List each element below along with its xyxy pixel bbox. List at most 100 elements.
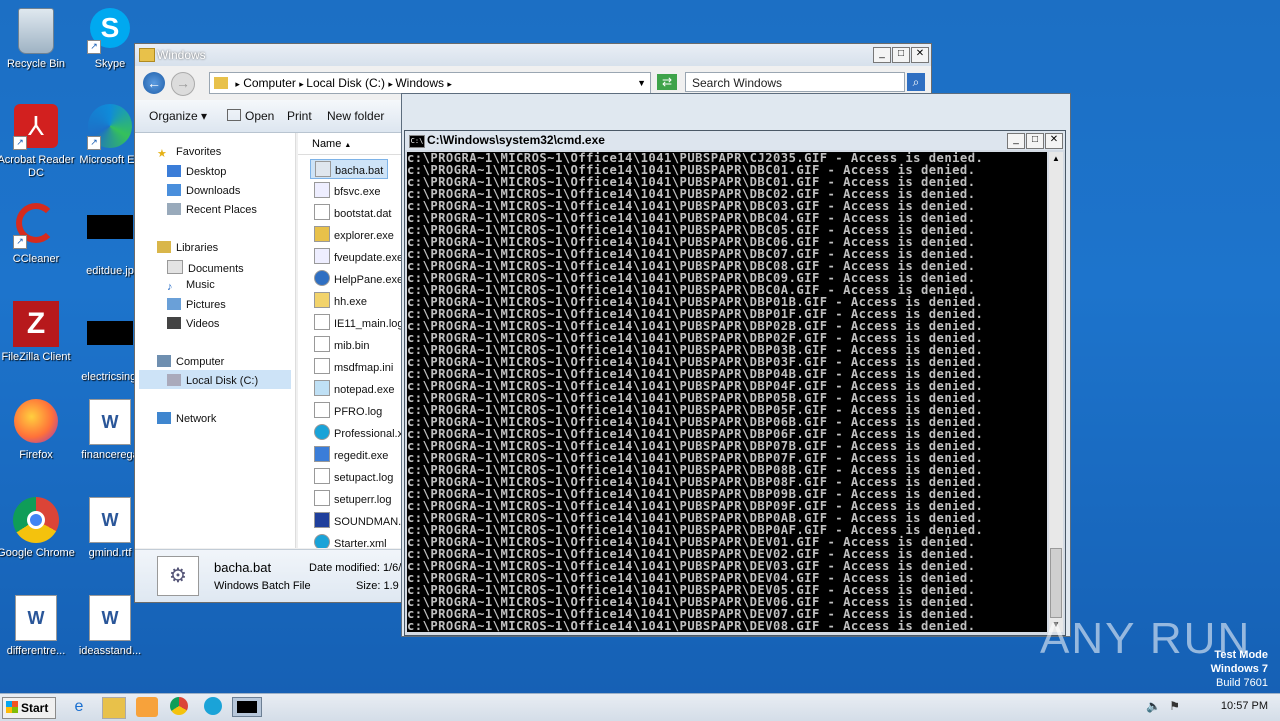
chrome-taskbar-icon[interactable] [170,697,188,715]
file-item[interactable]: bootstat.dat [314,204,392,220]
media-player-taskbar-icon[interactable] [136,697,158,717]
file-item[interactable]: mib.bin [314,336,369,352]
address-bar[interactable]: ▸ Computer ▸ Local Disk (C:) ▸ Windows ▸… [209,72,651,94]
file-item[interactable]: setupact.log [314,468,393,484]
close-button[interactable]: ✕ [911,47,929,63]
file-item[interactable]: PFRO.log [314,402,382,418]
desktop-icon-ccleaner[interactable]: ↗ CCleaner [0,203,76,266]
nav-videos[interactable]: Videos [167,317,219,330]
nav-documents[interactable]: Documents [167,260,244,275]
selected-file-name: bacha.bat [214,560,272,575]
nav-recent-places[interactable]: Recent Places [167,203,257,216]
nav-computer[interactable]: Computer [157,355,224,368]
file-item[interactable]: bfsvc.exe [314,182,380,198]
libraries-icon [157,241,171,253]
explorer-titlebar[interactable]: Windows _ □ ✕ [135,44,931,66]
text-file-icon [314,468,330,484]
breadcrumb-computer[interactable]: Computer [243,76,296,90]
new-folder-button[interactable]: New folder [327,109,384,123]
windows-logo-icon [6,701,18,713]
breadcrumb-windows[interactable]: Windows [395,76,444,90]
minimize-button[interactable]: _ [873,47,891,63]
help-file-icon [314,292,330,308]
file-item[interactable]: fveupdate.exe [314,248,403,264]
desktop-icon-firefox[interactable]: Firefox [0,399,76,462]
nav-desktop[interactable]: Desktop [167,165,226,178]
folder-icon [139,48,155,62]
address-dropdown-icon[interactable]: ▼ [637,73,646,93]
file-item[interactable]: hh.exe [314,292,367,308]
nav-downloads[interactable]: Downloads [167,184,240,197]
documents-icon [167,260,183,274]
start-button[interactable]: Start [2,697,56,719]
recent-places-icon [167,203,181,215]
desktop-icon [167,165,181,177]
ie-taskbar-icon[interactable]: e [68,697,90,717]
forward-button[interactable]: → [171,72,195,96]
nav-music[interactable]: ♪ Music [167,279,215,293]
nav-network[interactable]: Network [157,412,216,425]
cmd-minimize-button[interactable]: _ [1007,133,1025,149]
exe-file-icon [314,182,330,198]
file-item[interactable]: msdfmap.ini [314,358,393,374]
desktop-icon-acrobat[interactable]: ⅄ ↗ Acrobat Reader DC [0,104,76,180]
cmd-titlebar[interactable]: C:\ C:\Windows\system32\cmd.exe _ □ ✕ [405,131,1065,150]
file-item[interactable]: bacha.bat [310,159,389,179]
drive-icon [167,374,181,386]
text-file-icon [314,402,330,418]
tray-icons[interactable]: 🔈⚑ [1146,699,1188,713]
file-item[interactable]: explorer.exe [314,226,394,242]
cmd-taskbar-icon[interactable] [232,697,262,717]
nav-favorites[interactable]: ★ Favorites [157,146,221,160]
file-item[interactable]: notepad.exe [314,380,395,396]
taskbar-clock[interactable]: 10:57 PM [1221,700,1268,712]
explorer-taskbar-icon[interactable] [102,697,126,719]
nav-libraries[interactable]: Libraries [157,241,218,254]
search-icon[interactable]: ⌕ [907,73,925,91]
cmd-window[interactable]: C:\ C:\Windows\system32\cmd.exe _ □ ✕ c:… [404,130,1066,636]
desktop-icon-chrome[interactable]: Google Chrome [0,497,76,560]
open-icon [227,109,241,121]
desktop-icon-filezilla[interactable]: Z FileZilla Client [0,301,76,364]
nav-pictures[interactable]: Pictures [167,298,226,311]
file-item[interactable]: regedit.exe [314,446,388,462]
file-icon [314,336,330,352]
cmd-maximize-button[interactable]: □ [1026,133,1044,149]
file-item[interactable]: Professional.x [314,424,403,440]
desktop-icon-ideasstand[interactable]: W ideasstand... [70,595,150,658]
breadcrumb-local-disk[interactable]: Local Disk (C:) [306,76,385,90]
refresh-button[interactable]: ⇄ [657,74,677,90]
print-button[interactable]: Print [287,109,312,123]
batch-file-icon [315,161,331,177]
console-output[interactable]: c:\PROGRA~1\MICROS~1\Office14\1041\PUBSP… [407,152,1047,632]
explorer-file-icon [314,226,330,242]
selected-file-modified: Date modified: 1/6/ [309,562,402,574]
file-item[interactable]: IE11_main.log [314,314,404,330]
desktop-icon-recycle-bin[interactable]: Recycle Bin [0,8,76,71]
organize-button[interactable]: Organize ▾ [149,109,207,123]
soundman-icon [314,512,330,528]
help-icon [314,270,330,286]
scroll-thumb[interactable] [1050,548,1062,618]
test-mode-watermark: Test Mode Windows 7 Build 7601 [1210,649,1268,689]
back-button[interactable]: ← [143,72,165,94]
edge-taskbar-icon[interactable] [204,697,222,715]
word-doc-icon: W [87,595,133,641]
file-item[interactable]: HelpPane.exe [314,270,403,286]
nav-local-disk[interactable]: Local Disk (C:) [139,370,291,389]
batch-file-large-icon: ⚙ [157,556,199,596]
image-file-icon [87,215,133,261]
scroll-up-arrow-icon[interactable]: ▲ [1049,152,1063,166]
file-item[interactable]: setuperr.log [314,490,391,506]
file-item[interactable]: Starter.xml [314,534,387,548]
selected-file-type: Windows Batch File [214,580,311,592]
maximize-button[interactable]: □ [892,47,910,63]
console-scrollbar[interactable]: ▲ ▼ [1049,152,1063,632]
cmd-close-button[interactable]: ✕ [1045,133,1063,149]
open-button[interactable]: Open [227,109,274,123]
search-input[interactable]: Search Windows [685,72,905,92]
chrome-icon [13,497,59,543]
regedit-icon [314,446,330,462]
network-icon [157,412,171,424]
desktop-icon-differentre[interactable]: W differentre... [0,595,76,658]
